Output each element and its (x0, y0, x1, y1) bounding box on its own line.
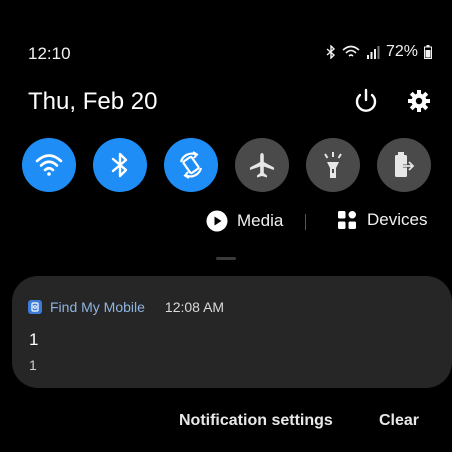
airplane-icon (250, 153, 274, 178)
wifi-status-icon (342, 45, 360, 59)
devices-button[interactable]: Devices (337, 210, 427, 230)
media-label: Media (237, 211, 284, 230)
notification-time: 12:08 AM (164, 299, 225, 315)
media-button[interactable]: Media (206, 210, 283, 232)
status-bar (0, 0, 452, 40)
battery-saver-icon (395, 152, 416, 177)
settings-button[interactable] (404, 86, 434, 116)
play-icon (206, 210, 228, 232)
status-time: 12:10 (28, 44, 71, 63)
power-button[interactable] (351, 86, 381, 116)
notification-title: 1 (29, 330, 39, 349)
find-my-mobile-icon (28, 300, 42, 314)
notification-footer: Notification settings Clear (0, 404, 452, 440)
wifi-toggle[interactable] (22, 138, 76, 192)
media-devices-divider (305, 214, 306, 230)
signal-status-icon (366, 45, 380, 59)
date-label: Thu, Feb 20 (28, 88, 158, 115)
bluetooth-toggle[interactable] (93, 138, 147, 192)
gear-icon (408, 90, 430, 112)
notification-settings-button[interactable]: Notification settings (179, 412, 333, 430)
bluetooth-icon (111, 152, 128, 178)
clear-button[interactable]: Clear (379, 412, 419, 430)
quick-settings-row (22, 138, 432, 192)
wifi-icon (35, 154, 63, 176)
status-icons: 72% (326, 43, 432, 61)
devices-label: Devices (367, 210, 428, 229)
notification-header: Find My Mobile 12:08 AM (28, 299, 224, 315)
notification-card[interactable]: Find My Mobile 12:08 AM 1 1 (12, 276, 452, 388)
media-devices-bar: Media Devices (0, 206, 452, 240)
devices-grid-icon (338, 211, 356, 229)
flashlight-icon (324, 152, 342, 178)
battery-percent: 72% (385, 43, 418, 60)
battery-status-icon (424, 45, 432, 59)
auto-rotate-icon (179, 151, 203, 179)
power-icon (355, 88, 377, 112)
power-saving-toggle[interactable] (377, 138, 431, 192)
bluetooth-status-icon (326, 45, 336, 59)
auto-rotate-toggle[interactable] (164, 138, 218, 192)
airplane-mode-toggle[interactable] (235, 138, 289, 192)
flashlight-toggle[interactable] (306, 138, 360, 192)
panel-drag-handle[interactable] (216, 257, 236, 260)
notification-body: 1 (29, 357, 37, 373)
notification-app-name: Find My Mobile (50, 299, 145, 315)
